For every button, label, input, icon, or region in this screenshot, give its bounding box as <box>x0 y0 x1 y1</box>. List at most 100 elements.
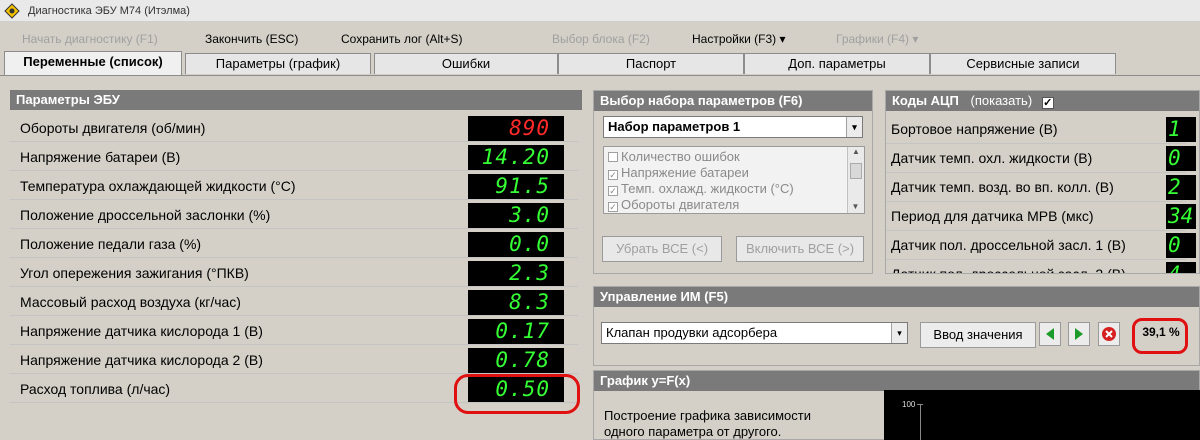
adc-label: Датчик темп. возд. во вп. колл. (В) <box>891 179 1114 195</box>
tab-variables-list[interactable]: Переменные (список) <box>4 51 182 76</box>
scroll-thumb[interactable] <box>850 163 862 179</box>
chevron-down-icon: ▾ <box>779 32 786 46</box>
adc-value: 2 <box>1166 175 1196 200</box>
select-block-button[interactable]: Выбор блока (F2) <box>552 32 650 46</box>
window-title: Диагностика ЭБУ М74 (Итэлма) <box>28 4 190 17</box>
adc-row: Датчик темп. охл. жидкости (В) 0 <box>886 144 1196 173</box>
toolbar: Начать диагностику (F1) Закончить (ESC) … <box>0 26 1200 52</box>
list-scrollbar[interactable]: ▲ ▼ <box>847 147 864 213</box>
list-item[interactable]: ✓ Обороты двигателя <box>604 197 848 213</box>
highlight-annotation <box>454 374 580 414</box>
close-icon <box>1102 327 1116 341</box>
adc-value: 1 <box>1166 117 1196 142</box>
param-label: Угол опережения зажигания (°ПКВ) <box>20 265 249 281</box>
parameter-list[interactable]: Количество ошибок ✓ Напряжение батареи ✓ Т… <box>603 146 865 214</box>
list-item-label: Количество ошибок <box>621 149 740 164</box>
param-value: 8.3 <box>468 290 564 315</box>
tab-service-records[interactable]: Сервисные записи <box>930 53 1116 74</box>
title-bar: Диагностика ЭБУ М74 (Итэлма) <box>0 0 1200 22</box>
adc-title-bar: Коды АЦП (показать) ✓ <box>886 91 1199 111</box>
ecu-row-o2-sensor-1: Напряжение датчика кислорода 1 (В) 0.17 <box>10 317 578 345</box>
adc-label: Датчик пол. дроссельной засл. 2 (В) <box>891 266 1126 274</box>
param-value: 14.20 <box>468 145 564 170</box>
adc-label: Период для датчика МРВ (мкс) <box>891 208 1094 224</box>
settings-menu-button[interactable]: Настройки (F3) ▾ <box>692 32 786 46</box>
adc-show-checkbox[interactable]: ✓ <box>1041 97 1054 109</box>
param-label: Напряжение батареи (В) <box>20 149 181 165</box>
graph-y-tick-mark <box>917 404 923 405</box>
arrow-left-icon <box>1046 328 1054 340</box>
param-label: Расход топлива (л/час) <box>20 381 171 397</box>
parameter-set-select[interactable]: Набор параметров 1 ▾ <box>603 116 863 138</box>
adc-label: Датчик пол. дроссельной засл. 1 (В) <box>891 237 1126 253</box>
param-label: Напряжение датчика кислорода 2 (В) <box>20 352 263 368</box>
finish-button[interactable]: Закончить (ESC) <box>205 32 298 46</box>
graphs-menu-button[interactable]: Графики (F4) ▾ <box>836 32 918 46</box>
checkmark-icon: ✓ <box>608 170 618 180</box>
graph-title: График y=F(x) <box>594 371 1199 391</box>
app-logo-icon <box>4 2 20 19</box>
parameter-set-selected: Набор параметров 1 <box>608 119 741 134</box>
adc-label: Датчик темп. охл. жидкости (В) <box>891 150 1093 166</box>
adc-row: Датчик пол. дроссельной засл. 2 (В) 4 <box>886 260 1196 274</box>
adc-row: Бортовое напряжение (В) 1 <box>886 115 1196 144</box>
list-item[interactable]: ✓ Напряжение батареи <box>604 165 848 181</box>
list-item[interactable]: Количество ошибок <box>604 149 848 165</box>
actuator-select[interactable]: Клапан продувки адсорбера ▾ <box>601 322 908 344</box>
param-label: Положение педали газа (%) <box>20 236 202 252</box>
actuator-selected: Клапан продувки адсорбера <box>606 325 778 340</box>
ecu-row-rpm: Обороты двигателя (об/мин) 890 <box>10 114 578 142</box>
ecu-row-battery-voltage: Напряжение батареи (В) 14.20 <box>10 143 578 171</box>
adc-show-label: (показать) <box>970 93 1033 108</box>
start-diagnostics-button[interactable]: Начать диагностику (F1) <box>22 32 158 46</box>
increase-button[interactable] <box>1068 322 1090 346</box>
tab-passport[interactable]: Паспорт <box>558 53 744 74</box>
arrow-right-icon <box>1075 328 1083 340</box>
ecu-row-pedal-position: Положение педали газа (%) 0.0 <box>10 230 578 258</box>
remove-all-button[interactable]: Убрать ВСЕ (<) <box>602 236 722 262</box>
param-value: 0.0 <box>468 232 564 257</box>
tab-bar: Переменные (список) Параметры (график) О… <box>4 51 1200 76</box>
ecu-row-ignition-timing: Угол опережения зажигания (°ПКВ) 2.3 <box>10 259 578 287</box>
adc-title: Коды АЦП <box>892 93 959 108</box>
scroll-up-icon[interactable]: ▲ <box>848 147 864 156</box>
param-value: 890 <box>468 116 564 141</box>
param-value: 0.78 <box>468 348 564 373</box>
tab-parameters-graph[interactable]: Параметры (график) <box>185 53 371 74</box>
scroll-down-icon[interactable]: ▼ <box>848 202 863 211</box>
adc-label: Бортовое напряжение (В) <box>891 121 1058 137</box>
ecu-row-air-flow: Массовый расход воздуха (кг/час) 8.3 <box>10 288 578 316</box>
stop-button[interactable] <box>1098 322 1120 346</box>
adc-value: 0 <box>1166 146 1196 171</box>
adc-row: Период для датчика МРВ (мкс) 34 <box>886 202 1196 231</box>
enter-value-button[interactable]: Ввод значения <box>920 322 1036 348</box>
checkmark-icon: ✓ <box>608 202 618 212</box>
param-value: 0.17 <box>468 319 564 344</box>
tab-errors[interactable]: Ошибки <box>374 53 558 74</box>
ecu-row-throttle-position: Положение дроссельной заслонки (%) 3.0 <box>10 201 578 229</box>
ecu-panel-title: Параметры ЭБУ <box>10 90 582 110</box>
decrease-button[interactable] <box>1039 322 1061 346</box>
param-set-title: Выбор набора параметров (F6) <box>594 91 872 111</box>
settings-label: Настройки (F3) <box>692 32 777 46</box>
include-all-button[interactable]: Включить ВСЕ (>) <box>736 236 864 262</box>
graph-y-tick: 100 <box>902 400 916 409</box>
graph-y-axis <box>920 404 921 440</box>
adc-row: Датчик пол. дроссельной засл. 1 (В) 0 <box>886 231 1196 260</box>
adc-row: Датчик темп. возд. во вп. колл. (В) 2 <box>886 173 1196 202</box>
chevron-down-icon[interactable]: ▾ <box>846 117 862 137</box>
param-value: 3.0 <box>468 203 564 228</box>
param-value: 2.3 <box>468 261 564 286</box>
tab-extra-parameters[interactable]: Доп. параметры <box>744 53 930 74</box>
list-item-label: Обороты двигателя <box>621 197 740 212</box>
list-item-label: Напряжение батареи <box>621 165 749 180</box>
graph-canvas[interactable]: 100 <box>884 390 1200 440</box>
save-log-button[interactable]: Сохранить лог (Alt+S) <box>341 32 463 46</box>
chevron-down-icon[interactable]: ▾ <box>891 323 907 343</box>
list-item[interactable]: ✓ Темп. охлажд. жидкости (°C) <box>604 181 848 197</box>
param-value: 91.5 <box>468 174 564 199</box>
ecu-row-coolant-temp: Температура охлаждающей жидкости (°C) 91… <box>10 172 578 200</box>
adc-value: 4 <box>1166 262 1196 273</box>
ecu-row-o2-sensor-2: Напряжение датчика кислорода 2 (В) 0.78 <box>10 346 578 374</box>
list-item-label: Темп. охлажд. жидкости (°C) <box>621 181 794 196</box>
